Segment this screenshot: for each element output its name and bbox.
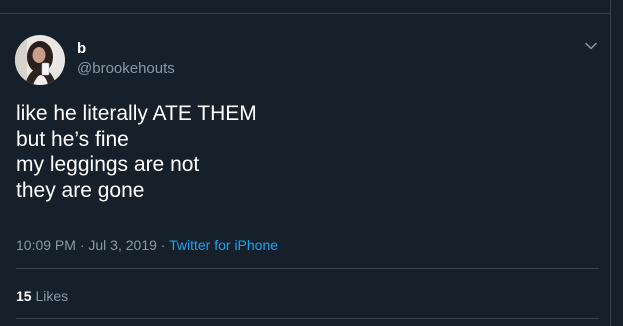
likes-count: 15	[16, 288, 32, 304]
likes-label: Likes	[35, 288, 69, 304]
avatar-photo	[15, 35, 65, 85]
meta-separator: ·	[160, 237, 166, 253]
tweet-date[interactable]: Jul 3, 2019	[88, 237, 157, 253]
stats-divider-top	[16, 268, 599, 269]
user-handle[interactable]: @brookehouts	[77, 60, 175, 78]
display-name[interactable]: b	[77, 41, 86, 57]
tweet-metadata: 10:09 PM · Jul 3, 2019 · Twitter for iPh…	[16, 236, 278, 254]
top-divider	[0, 13, 611, 14]
meta-separator: ·	[79, 237, 85, 253]
likes-stat[interactable]: 15 Likes	[16, 287, 68, 305]
tweet-time[interactable]: 10:09 PM	[16, 237, 76, 253]
tweet-source-link[interactable]: Twitter for iPhone	[169, 237, 278, 253]
chevron-down-icon[interactable]	[583, 38, 599, 54]
tweet-text-line: they are gone	[16, 178, 145, 202]
avatar[interactable]	[15, 35, 65, 85]
tweet-text-line: like he literally ATE THEM	[16, 102, 257, 125]
tweet-text: like he literally ATE THEM but he’s fine…	[16, 101, 596, 203]
tweet-text-line: but he’s fine	[16, 127, 129, 151]
tweet-card: b @brookehouts like he literally ATE THE…	[0, 0, 623, 326]
stats-divider-bottom	[16, 318, 599, 319]
right-divider	[610, 0, 611, 326]
tweet-text-line: my leggings are not	[16, 153, 200, 176]
